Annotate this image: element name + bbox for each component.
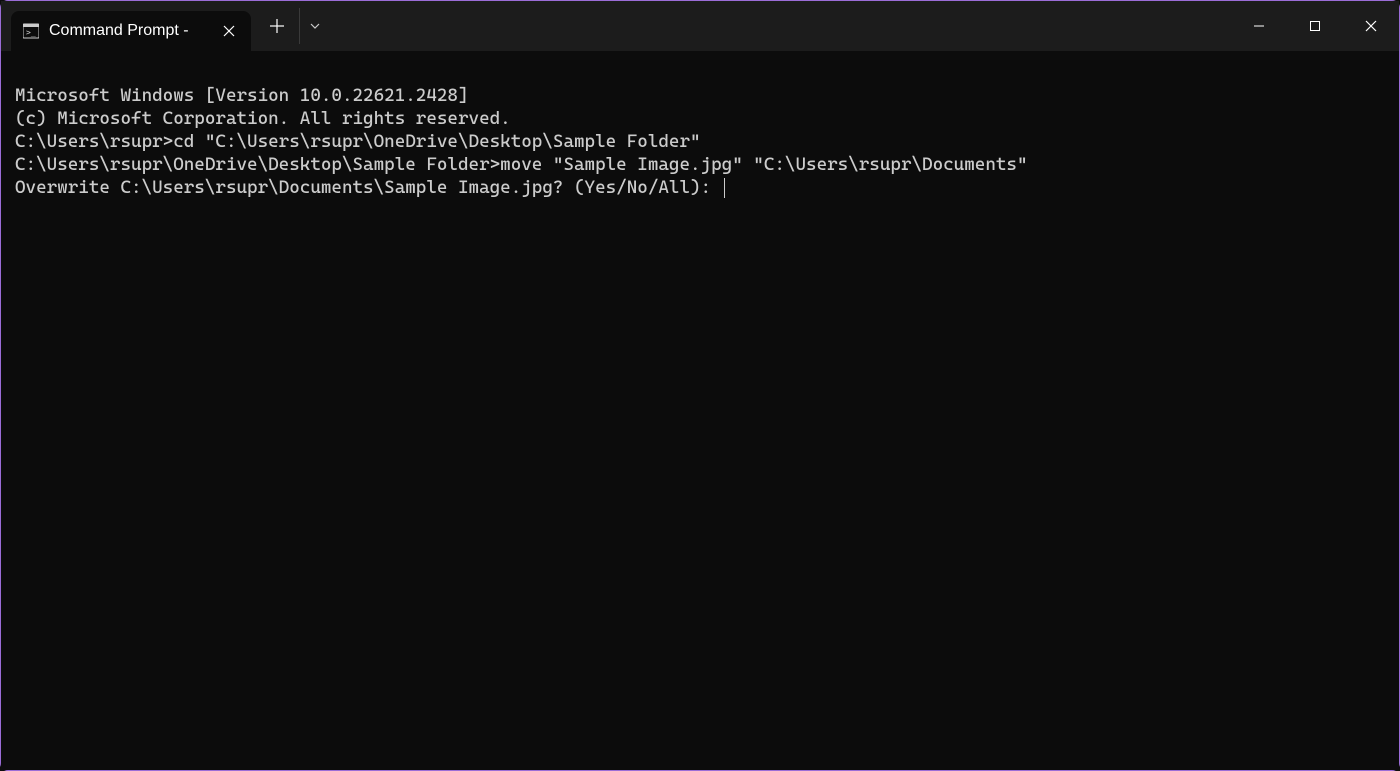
tab-dropdown-button[interactable]: [299, 8, 329, 44]
window-controls: [1231, 1, 1399, 51]
terminal-line: C:\Users\rsupr\OneDrive\Desktop\Sample F…: [15, 153, 1385, 176]
terminal-line: Microsoft Windows [Version 10.0.22621.24…: [15, 84, 1385, 107]
new-tab-button[interactable]: [259, 8, 295, 44]
terminal-content[interactable]: Microsoft Windows [Version 10.0.22621.24…: [1, 51, 1399, 770]
tab-title: Command Prompt -: [49, 22, 209, 40]
terminal-line: (c) Microsoft Corporation. All rights re…: [15, 107, 1385, 130]
tab-command-prompt[interactable]: >_ Command Prompt -: [11, 11, 251, 51]
titlebar-left: >_ Command Prompt -: [1, 1, 329, 51]
close-button[interactable]: [1343, 1, 1399, 51]
svg-text:>_: >_: [26, 28, 36, 37]
tab-close-button[interactable]: [219, 21, 239, 41]
cursor: [724, 178, 725, 198]
terminal-icon: >_: [23, 23, 39, 39]
minimize-button[interactable]: [1231, 1, 1287, 51]
terminal-line: C:\Users\rsupr>cd "C:\Users\rsupr\OneDri…: [15, 130, 1385, 153]
maximize-button[interactable]: [1287, 1, 1343, 51]
terminal-line: Overwrite C:\Users\rsupr\Documents\Sampl…: [15, 176, 1385, 199]
titlebar: >_ Command Prompt -: [1, 1, 1399, 51]
